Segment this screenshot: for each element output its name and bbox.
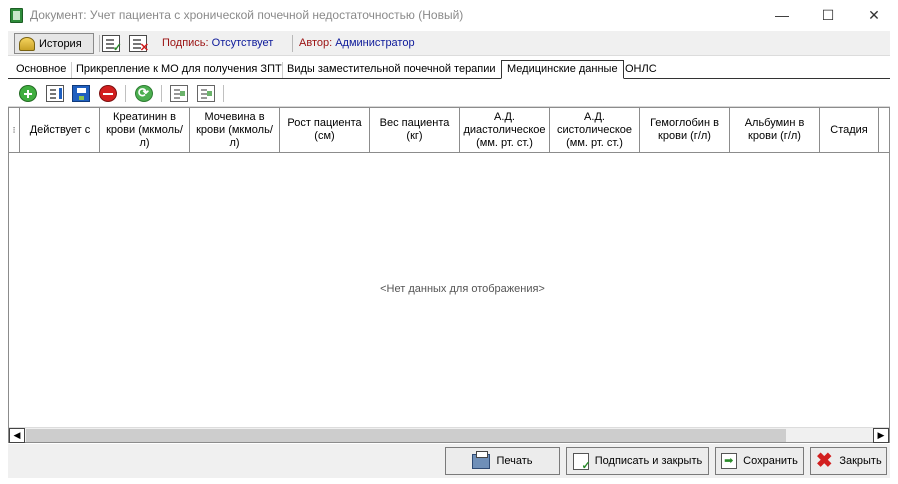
save-label: Сохранить (743, 455, 798, 467)
column-header[interactable]: Рост пациента (см) (280, 108, 370, 152)
toolbar-separator (161, 85, 162, 102)
window-title: Документ: Учет пациента с хронической по… (30, 8, 464, 22)
sign-and-close-button[interactable]: Подписать и закрыть (566, 447, 709, 475)
tab-mo-attachment[interactable]: Прикрепление к МО для получения ЗПТ (71, 62, 286, 78)
column-header[interactable]: Стадия (820, 108, 879, 152)
history-icon (19, 36, 35, 51)
printer-icon (472, 450, 491, 469)
row-indicator-header[interactable]: ⁝ (9, 108, 20, 152)
sign-document-icon (572, 452, 591, 472)
author-info: Автор: Администратор (299, 37, 415, 49)
close-label: Закрыть (839, 455, 882, 467)
tab-onls[interactable]: ОНЛС (621, 62, 661, 78)
export-left-icon[interactable] (170, 85, 188, 102)
signature-value: Отсутствует (211, 37, 274, 49)
close-button[interactable]: ✖ Закрыть (810, 447, 887, 475)
history-button[interactable]: История (14, 33, 94, 54)
app-icon (10, 8, 23, 23)
history-label: История (39, 37, 82, 50)
column-header[interactable]: Вес пациента (кг) (370, 108, 460, 152)
close-window-button[interactable]: ✕ (851, 0, 897, 30)
toolbar-separator (292, 35, 293, 52)
medical-data-grid: ⁝ Действует с Креатинин в крови (мкмоль/… (8, 107, 890, 443)
signature-label: Подпись: (162, 37, 209, 49)
toolbar-separator (223, 85, 224, 102)
column-header[interactable]: Креатинин в крови (мкмоль/л) (100, 108, 190, 152)
maximize-button[interactable]: ☐ (805, 0, 851, 30)
print-label: Печать (496, 455, 533, 467)
export-right-icon[interactable] (197, 85, 215, 102)
signature-status: Подпись: Отсутствует (162, 37, 273, 49)
edit-record-icon[interactable] (46, 85, 64, 102)
tab-basic[interactable]: Основное (12, 62, 70, 78)
document-toolbar: История Подпись: Отсутствует Автор: Адми… (8, 31, 890, 56)
delete-icon[interactable] (99, 85, 117, 102)
author-value: Администратор (335, 37, 415, 49)
column-header[interactable]: А.Д. диастолическое (мм. рт. ст.) (460, 108, 550, 152)
author-label: Автор: (299, 37, 333, 49)
column-header[interactable]: Альбумин в крови (г/л) (730, 108, 820, 152)
tab-medical-data[interactable]: Медицинские данные (501, 60, 624, 79)
tab-replacement-therapy[interactable]: Виды заместительной почечной терапии (282, 62, 500, 78)
scroll-right-icon[interactable]: ▶ (873, 428, 889, 443)
column-header[interactable]: А.Д. систолическое (мм. рт. ст.) (550, 108, 640, 152)
save-button[interactable]: Сохранить (715, 447, 804, 475)
tab-strip: Основное Прикрепление к МО для получения… (8, 60, 890, 79)
scrollbar-thumb[interactable] (26, 429, 786, 442)
close-icon: ✖ (815, 450, 833, 472)
sign-close-label: Подписать и закрыть (594, 455, 703, 467)
toolbar-separator (99, 35, 100, 52)
column-header[interactable]: Мочевина в крови (мкмоль/л) (190, 108, 280, 152)
save-icon[interactable] (72, 85, 90, 102)
column-header[interactable]: Действует с (21, 108, 100, 152)
scroll-left-icon[interactable]: ◀ (9, 428, 25, 443)
sign-document-icon[interactable] (102, 35, 122, 54)
refresh-icon[interactable] (135, 85, 153, 102)
save-icon (721, 453, 738, 469)
unsign-document-icon[interactable] (129, 35, 149, 54)
empty-grid-message: <Нет данных для отображения> (380, 283, 545, 295)
column-header[interactable]: Гемоглобин в крови (г/л) (640, 108, 730, 152)
grid-toolbar (8, 80, 890, 107)
footer-bar: Печать Подписать и закрыть Сохранить ✖ З… (8, 444, 890, 478)
horizontal-scrollbar[interactable]: ◀ ▶ (9, 427, 889, 443)
minimize-button[interactable]: — (759, 0, 805, 30)
add-icon[interactable] (19, 85, 37, 102)
grid-header: ⁝ Действует с Креатинин в крови (мкмоль/… (9, 108, 889, 153)
toolbar-separator (125, 85, 126, 102)
print-button[interactable]: Печать (445, 447, 560, 475)
window-titlebar: Документ: Учет пациента с хронической по… (0, 0, 898, 30)
